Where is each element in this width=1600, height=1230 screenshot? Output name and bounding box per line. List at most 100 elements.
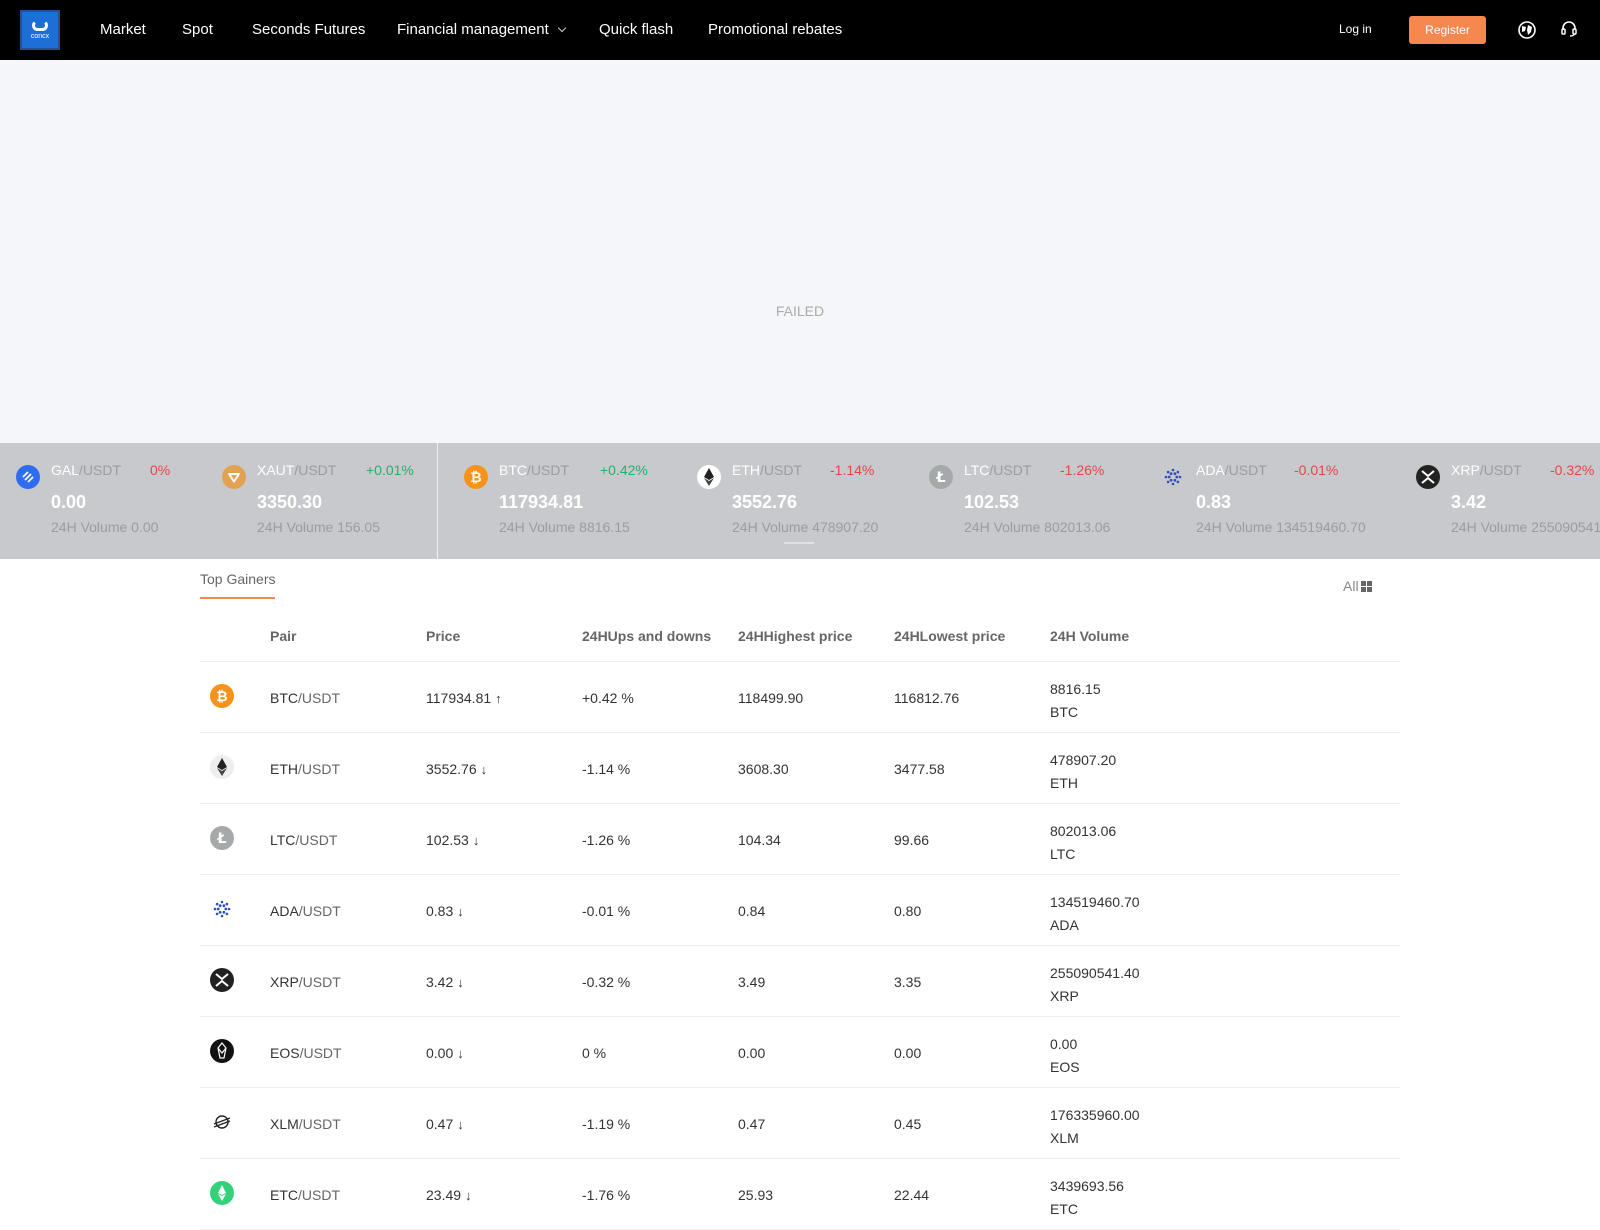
table-row[interactable]: ETH/USDT 3552.76 ↓ -1.14 % 3608.30 3477.58 478… bbox=[200, 733, 1400, 804]
ticker-change: 0% bbox=[150, 462, 171, 478]
table-row[interactable]: ADA/USDT 0.83 ↓ -0.01 % 0.84 0.80 134519460.70… bbox=[200, 875, 1400, 946]
col-price: Price bbox=[426, 628, 461, 644]
table-row[interactable]: ETC/USDT 23.49 ↓ -1.76 % 25.93 22.44 3439693.5… bbox=[200, 1159, 1400, 1230]
login-link[interactable]: Log in bbox=[1339, 22, 1372, 36]
row-change: -0.32 % bbox=[582, 974, 631, 990]
ticker-change: -0.32% bbox=[1550, 462, 1595, 478]
nav-spot[interactable]: Spot bbox=[182, 21, 213, 38]
arrow-down-icon: ↓ bbox=[457, 975, 464, 990]
row-price: 3552.76 ↓ bbox=[426, 761, 488, 777]
col-volume: 24H Volume bbox=[1050, 628, 1130, 644]
table-row[interactable]: XLM/USDT 0.47 ↓ -1.19 % 0.47 0.45 176335960.00… bbox=[200, 1088, 1400, 1159]
hero-banner: FAILED bbox=[0, 60, 1600, 443]
view-all-link[interactable]: All bbox=[1343, 578, 1372, 594]
row-change: -1.19 % bbox=[582, 1116, 631, 1132]
ticker-price: 3.42 bbox=[1451, 492, 1487, 512]
row-low: 22.44 bbox=[894, 1187, 930, 1203]
nav-seconds-futures[interactable]: Seconds Futures bbox=[252, 21, 365, 38]
row-pair: BTC/USDT bbox=[270, 690, 340, 706]
row-change: -0.01 % bbox=[582, 903, 631, 919]
ticker-pair: XRP/USDT bbox=[1451, 462, 1522, 478]
top-navbar: concx Market Spot Seconds Futures Financ… bbox=[0, 0, 1600, 60]
etc-icon bbox=[210, 1181, 234, 1205]
table-row[interactable]: EOS/USDT 0.00 ↓ 0 % 0.00 0.00 0.00 EOS bbox=[200, 1017, 1400, 1088]
logo-mark-icon bbox=[32, 20, 48, 31]
col-high: 24HHighest price bbox=[738, 628, 853, 644]
table-row[interactable]: ₿ BTC/USDT 117934.81 ↑ +0.42 % 118499.90 11681… bbox=[200, 662, 1400, 733]
btc-icon: ₿ bbox=[464, 465, 488, 489]
row-pair: XRP/USDT bbox=[270, 974, 341, 990]
col-low: 24HLowest price bbox=[894, 628, 1006, 644]
nav-quick-flash[interactable]: Quick flash bbox=[599, 21, 673, 38]
row-volume: 134519460.70 ADA bbox=[1050, 894, 1140, 933]
table-row[interactable]: XRP/USDT 3.42 ↓ -0.32 % 3.49 3.35 255090541.40… bbox=[200, 946, 1400, 1017]
col-pair: Pair bbox=[270, 628, 297, 644]
btc-icon: ₿ bbox=[210, 684, 234, 708]
ticker-pair: BTC/USDT bbox=[499, 462, 569, 478]
svg-text:Ł: Ł bbox=[936, 470, 946, 486]
row-low: 0.80 bbox=[894, 903, 922, 919]
xaut-icon bbox=[222, 465, 246, 489]
row-volume: 478907.20 ETH bbox=[1050, 752, 1117, 791]
ticker-price: 0.00 bbox=[51, 492, 87, 512]
row-high: 118499.90 bbox=[738, 690, 804, 706]
arrow-up-icon: ↑ bbox=[495, 691, 502, 706]
register-button[interactable]: Register bbox=[1409, 16, 1486, 44]
ticker-pair: XAUT/USDT bbox=[257, 462, 337, 478]
concx-logo[interactable]: concx bbox=[20, 10, 60, 50]
row-low: 3.35 bbox=[894, 974, 922, 990]
row-pair: XLM/USDT bbox=[270, 1116, 341, 1132]
row-low: 99.66 bbox=[894, 832, 930, 848]
ticker-change: -1.14% bbox=[830, 462, 875, 478]
market-tabs: Top Gainers bbox=[200, 571, 276, 599]
nav-financial-management-label: Financial management bbox=[397, 21, 549, 38]
row-high: 104.34 bbox=[738, 832, 781, 848]
eth-icon bbox=[697, 465, 721, 489]
headset-icon[interactable] bbox=[1560, 20, 1578, 38]
arrow-down-icon: ↓ bbox=[472, 833, 480, 848]
row-low: 116812.76 bbox=[894, 690, 960, 706]
ticker-volume: 24H Volume 802013.06 bbox=[964, 519, 1111, 535]
nav-promotional-rebates[interactable]: Promotional rebates bbox=[708, 21, 842, 38]
row-low: 3477.58 bbox=[894, 761, 945, 777]
ticker-volume: 24H Volume 255090541 bbox=[1451, 519, 1600, 535]
ticker-pair: GAL/USDT bbox=[51, 462, 122, 478]
arrow-down-icon: ↓ bbox=[457, 1046, 464, 1061]
row-price: 0.00 ↓ bbox=[426, 1045, 464, 1061]
gal-icon bbox=[16, 465, 40, 489]
ticker-pair: ADA/USDT bbox=[1196, 462, 1267, 478]
row-high: 0.00 bbox=[738, 1045, 766, 1061]
ticker-volume: 24H Volume 478907.20 bbox=[732, 519, 879, 535]
arrow-down-icon: ↓ bbox=[457, 1117, 464, 1132]
row-price: 117934.81 ↑ bbox=[426, 690, 502, 706]
ada-icon bbox=[210, 897, 234, 921]
globe-icon[interactable] bbox=[1518, 21, 1536, 39]
market-table-header: Pair Price 24HUps and downs 24HHighest p… bbox=[200, 612, 1400, 662]
col-change: 24HUps and downs bbox=[582, 628, 712, 644]
market-table: Pair Price 24HUps and downs 24HHighest p… bbox=[200, 612, 1400, 1230]
tab-top-gainers[interactable]: Top Gainers bbox=[200, 571, 276, 599]
row-volume: 176335960.00 XLM bbox=[1050, 1107, 1140, 1146]
ticker-price: 102.53 bbox=[964, 492, 1020, 512]
row-pair: ETH/USDT bbox=[270, 761, 340, 777]
ltc-icon: Ł bbox=[929, 465, 953, 489]
nav-market[interactable]: Market bbox=[100, 21, 146, 38]
row-price: 3.42 ↓ bbox=[426, 974, 464, 990]
row-change: -1.14 % bbox=[582, 761, 631, 777]
ticker-price: 3552.76 bbox=[732, 492, 798, 512]
arrow-down-icon: ↓ bbox=[457, 904, 464, 919]
ticker-carousel-indicator[interactable] bbox=[784, 542, 814, 544]
row-high: 3.49 bbox=[738, 974, 766, 990]
ticker-pair: LTC/USDT bbox=[964, 462, 1032, 478]
nav-financial-management[interactable]: Financial management bbox=[397, 21, 567, 38]
ltc-icon: Ł bbox=[210, 826, 234, 850]
ticker-volume: 24H Volume 0.00 bbox=[51, 519, 159, 535]
eos-icon bbox=[210, 1039, 234, 1063]
row-price: 0.83 ↓ bbox=[426, 903, 464, 919]
ticker-volume: 24H Volume 156.05 bbox=[257, 519, 380, 535]
table-row[interactable]: Ł LTC/USDT 102.53 ↓ -1.26 % 104.34 99.66 802013… bbox=[200, 804, 1400, 875]
row-pair: LTC/USDT bbox=[270, 832, 338, 848]
svg-text:Ł: Ł bbox=[217, 831, 227, 847]
row-change: -1.76 % bbox=[582, 1187, 631, 1203]
row-volume: 802013.06 LTC bbox=[1050, 823, 1117, 862]
